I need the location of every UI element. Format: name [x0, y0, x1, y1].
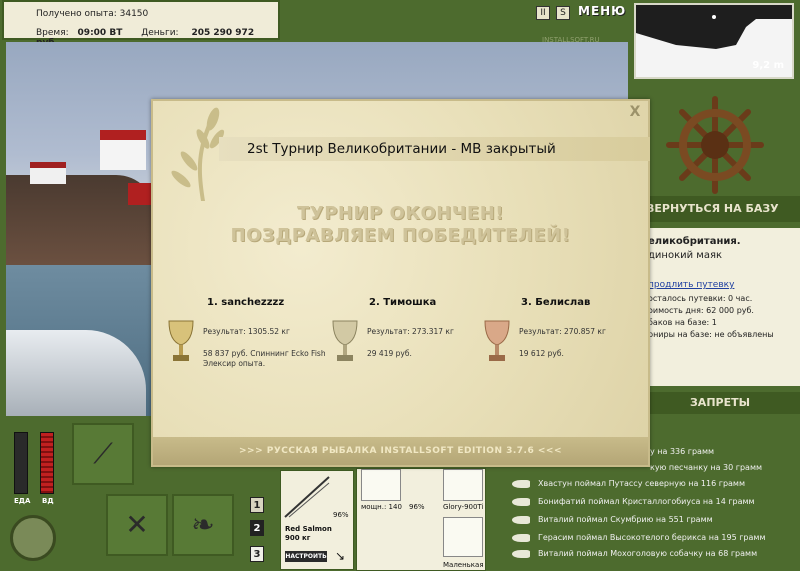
extend-pass-link[interactable]: продлить путевку	[648, 280, 734, 290]
fish-icon	[512, 515, 530, 524]
bronze-cup-icon	[484, 320, 510, 361]
fish-icon	[512, 533, 530, 542]
lure-name: Glory-900Ti	[443, 503, 484, 511]
depth-value: 9,2 m	[752, 60, 784, 71]
ship-wheel-icon[interactable]	[665, 95, 765, 195]
depth-map: 9,2 m	[634, 3, 794, 79]
location-panel: еликобритания. динокий маяк продлить пут…	[640, 228, 800, 386]
exp-label: Получено опыта:	[36, 9, 117, 19]
log-row: Виталий поймал Скумбрию на 551 грамм	[510, 512, 713, 528]
return-to-base-button[interactable]: ВЕРНУТЬСЯ НА БАЗУ	[640, 196, 800, 222]
location-subtitle: динокий маяк	[648, 250, 723, 261]
menu-button[interactable]: МЕНЮ	[578, 4, 625, 24]
fish-icon	[512, 549, 530, 558]
rod-icon: ⟋	[93, 437, 113, 470]
log-row: Виталий поймал Мохоголовую собачку на 68…	[510, 546, 757, 562]
food-label: ЕДА	[14, 497, 31, 505]
red-barn	[128, 183, 152, 205]
rods-button[interactable]: ⟋	[72, 423, 134, 485]
fish-icon: ❧	[191, 508, 215, 541]
winner-result: Результат: 273.317 кг	[367, 327, 454, 336]
reel-power: мощн.: 140	[361, 503, 402, 511]
tanks-at-base: баков на базе: 1	[648, 318, 717, 327]
rod-panel[interactable]: 96% Red Salmon 900 кг НАСТРОИТЬ ↘	[280, 470, 354, 570]
exp-row: Получено опыта: 34150	[36, 9, 148, 19]
watermark: INSTALLSOFT.RU	[542, 36, 600, 44]
reel-slot[interactable]	[361, 469, 401, 501]
tournaments-at-base: рниры на базе: не объявлены	[648, 330, 774, 339]
slot-2[interactable]: 2	[250, 520, 264, 536]
gold-cup-icon	[168, 320, 194, 361]
hooked-fish: Red Salmon	[285, 525, 332, 533]
close-icon[interactable]: X	[628, 105, 642, 119]
log-row: Герасим поймал Высокотелого берикса на 1…	[510, 530, 765, 546]
log-text: Герасим поймал Высокотелого берикса на 1…	[538, 533, 766, 542]
tournament-results-dialog: X 2st Турнир Великобритании - МВ закрыты…	[151, 99, 650, 467]
winner-name: 1. sanchezzzz	[207, 297, 285, 308]
log-text: Хвастун поймал Путассу северную на 116 г…	[538, 479, 745, 488]
log-row: у на 336 грамм	[650, 447, 715, 456]
fish-icon	[512, 479, 530, 488]
time-value: 09:00 ВТ	[77, 28, 123, 38]
exp-value: 34150	[119, 9, 149, 19]
health-meter	[40, 432, 54, 494]
headline-congrats: ПОЗДРАВЛЯЕМ ПОБЕДИТЕЛЕЙ!	[230, 225, 571, 246]
log-row: кую песчанку на 30 грамм	[650, 463, 763, 472]
winner-prize: 19 612 руб.	[519, 349, 564, 358]
reel-percent: 96%	[409, 503, 425, 511]
footer-banner: >>> РУССКАЯ РЫБАЛКА INSTALLSOFT EDITION …	[153, 437, 648, 465]
time-label: Время:	[36, 28, 69, 38]
headline-finished: ТУРНИР ОКОНЧЕН!	[297, 203, 504, 224]
log-row: Хвастун поймал Путассу северную на 116 г…	[510, 476, 745, 492]
small-house	[30, 162, 66, 184]
bait-name: Маленькая	[443, 561, 484, 569]
winner-result: Результат: 1305.52 кг	[203, 327, 290, 336]
rod-percent: 96%	[333, 511, 349, 519]
log-row: Бонифатий поймал Кристаллогобиуса на 14 …	[510, 494, 755, 510]
winner-name: 3. Белислав	[521, 297, 591, 308]
health-label: ВД	[42, 497, 54, 505]
money-label: Деньги:	[141, 28, 179, 38]
log-text: Бонифатий поймал Кристаллогобиуса на 14 …	[538, 497, 755, 506]
slot-1[interactable]: 1	[250, 497, 264, 513]
fork-knife-icon: ✕	[125, 508, 149, 541]
winner-prize: 58 837 руб. Спиннинг Ecko Fish Элексир о…	[203, 349, 326, 368]
status-panel: Получено опыта: 34150 Время: 09:00 ВТ Де…	[2, 0, 280, 48]
fish-icon	[512, 497, 530, 506]
food-meter	[14, 432, 28, 494]
rod-icon	[284, 476, 330, 518]
bait-slot[interactable]	[443, 517, 483, 557]
log-text: Виталий поймал Мохоголовую собачку на 68…	[538, 549, 758, 558]
location-title: еликобритания.	[648, 236, 741, 247]
tackle-panel[interactable]: мощн.: 140 96% Glory-900Ti Маленькая	[356, 468, 486, 571]
winner-name: 2. Тимошка	[369, 297, 437, 308]
tune-button[interactable]: НАСТРОИТЬ	[285, 551, 327, 562]
sound-icon[interactable]: S	[556, 6, 570, 20]
bans-button[interactable]: ЗАПРЕТЫ	[640, 392, 800, 414]
fish-cage-button[interactable]: ❧	[172, 494, 234, 556]
day-cost: оимость дня: 62 000 руб.	[648, 306, 754, 315]
winner-result: Результат: 270.857 кг	[519, 327, 606, 336]
lighthouse-house	[100, 130, 146, 170]
slot-3[interactable]: 3	[250, 546, 264, 562]
hooked-weight: 900 кг	[285, 534, 311, 542]
food-button[interactable]: ✕	[106, 494, 168, 556]
log-text: Виталий поймал Скумбрию на 551 грамм	[538, 515, 713, 524]
arrow-icon[interactable]: ↘	[335, 549, 345, 563]
winner-prize: 29 419 руб.	[367, 349, 412, 358]
lure-slot[interactable]	[443, 469, 483, 501]
cauldron-icon[interactable]	[10, 515, 56, 561]
pass-remaining: осталось путевки: 0 час.	[648, 294, 753, 303]
silver-cup-icon	[332, 320, 358, 361]
tournament-title: 2st Турнир Великобритании - МВ закрытый	[219, 137, 650, 161]
pause-icon[interactable]: II	[536, 6, 550, 20]
